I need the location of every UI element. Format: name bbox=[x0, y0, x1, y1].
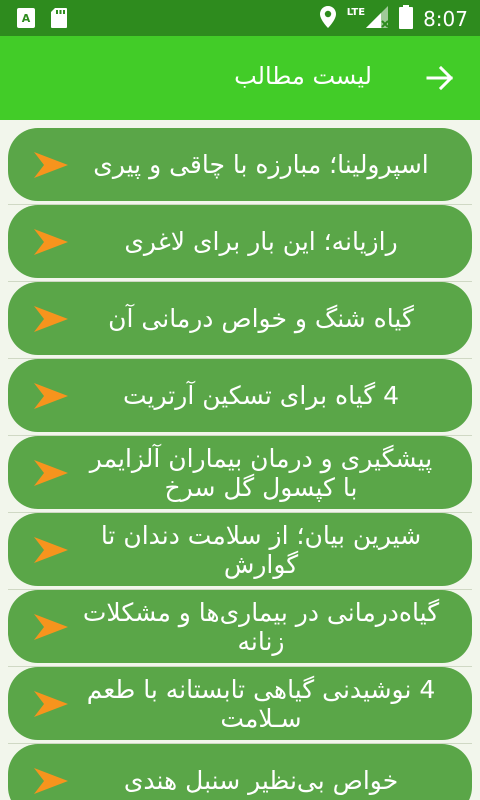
list-item-label: 4 گیاه برای تسکین آرتریت bbox=[122, 381, 400, 410]
list-item[interactable]: گیاه شنگ و خواص درمانی آن bbox=[8, 282, 472, 355]
arrow-icon bbox=[34, 306, 68, 332]
clock: 8:07 bbox=[423, 7, 468, 31]
accessibility-icon: A bbox=[16, 7, 36, 33]
arrow-icon bbox=[34, 691, 68, 717]
sd-card-icon bbox=[50, 7, 68, 33]
list-item[interactable]: 4 گیاه برای تسکین آرتریت bbox=[8, 359, 472, 432]
page-title: لیست مطالب bbox=[234, 62, 372, 90]
list-item[interactable]: 4 نوشیدنی گیاهی تابستانه با طعم سـلامت bbox=[8, 667, 472, 740]
signal-icon bbox=[365, 5, 389, 33]
list-item-label: رازیانه؛ این بار برای لاغری bbox=[124, 227, 398, 256]
arrow-icon bbox=[34, 614, 68, 640]
arrow-icon bbox=[34, 229, 68, 255]
list-item[interactable]: اسپرولینا؛ مبارزه با چاقی و پیری bbox=[8, 128, 472, 201]
battery-icon bbox=[399, 5, 414, 33]
app-bar: لیست مطالب bbox=[0, 36, 480, 120]
arrow-icon bbox=[34, 152, 68, 178]
article-list[interactable]: اسپرولینا؛ مبارزه با چاقی و پیری رازیانه… bbox=[0, 120, 480, 800]
list-item-label: پیشگیری و درمان بیماران آلزایمر با کپسول… bbox=[89, 443, 433, 502]
arrow-icon bbox=[34, 537, 68, 563]
list-item-label: گیاه‌درمانی در بیماری‌ها و مشکلات زنانه bbox=[82, 597, 440, 656]
arrow-icon bbox=[34, 768, 68, 794]
arrow-icon bbox=[34, 460, 68, 486]
status-bar: A LTE 8:07 bbox=[0, 0, 480, 36]
arrow-icon bbox=[34, 383, 68, 409]
location-icon bbox=[319, 5, 337, 33]
list-item-label: اسپرولینا؛ مبارزه با چاقی و پیری bbox=[93, 150, 429, 179]
svg-text:A: A bbox=[22, 12, 31, 25]
list-item[interactable]: پیشگیری و درمان بیماران آلزایمر با کپسول… bbox=[8, 436, 472, 509]
list-item[interactable]: گیاه‌درمانی در بیماری‌ها و مشکلات زنانه bbox=[8, 590, 472, 663]
arrow-right-icon[interactable] bbox=[426, 64, 454, 92]
list-item[interactable]: شیرین بیان؛ از سلامت دندان تا گوارش bbox=[8, 513, 472, 586]
list-item-label: خواص بی‌نظیر سنبل هندی bbox=[123, 766, 399, 795]
network-type: LTE bbox=[346, 7, 366, 18]
list-item[interactable]: رازیانه؛ این بار برای لاغری bbox=[8, 205, 472, 278]
list-item-label: 4 نوشیدنی گیاهی تابستانه با طعم سـلامت bbox=[86, 674, 436, 733]
list-item-label: شیرین بیان؛ از سلامت دندان تا گوارش bbox=[100, 520, 422, 579]
list-item[interactable]: خواص بی‌نظیر سنبل هندی bbox=[8, 744, 472, 800]
list-item-label: گیاه شنگ و خواص درمانی آن bbox=[108, 304, 414, 333]
